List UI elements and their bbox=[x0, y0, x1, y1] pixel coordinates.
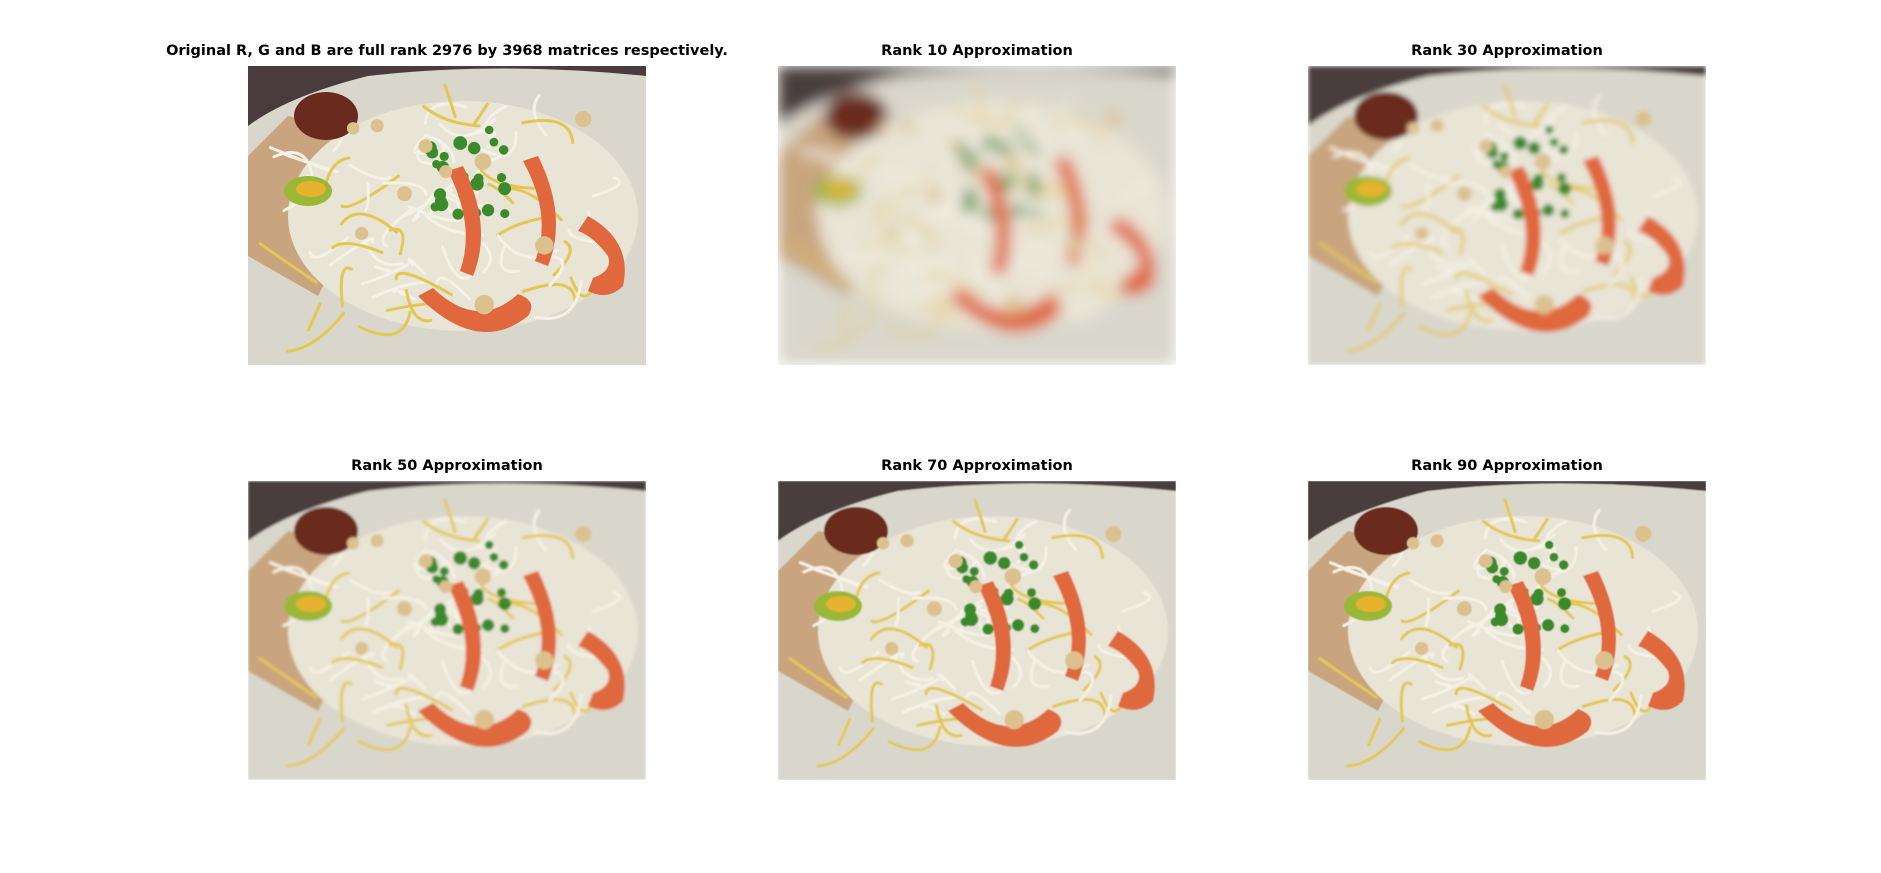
panel-rank-90: Rank 90 Approximation bbox=[1308, 458, 1706, 780]
panel-rank-50: Rank 50 Approximation bbox=[248, 458, 646, 780]
image-original bbox=[248, 66, 646, 365]
image-rank-10 bbox=[778, 66, 1176, 365]
image-rank-50 bbox=[248, 481, 646, 780]
panel-rank-30: Rank 30 Approximation bbox=[1308, 43, 1706, 365]
panel-rank-10: Rank 10 Approximation bbox=[778, 43, 1176, 365]
image-rank-70 bbox=[778, 481, 1176, 780]
panel-original: Original R, G and B are full rank 2976 b… bbox=[166, 43, 728, 365]
image-rank-90 bbox=[1308, 481, 1706, 780]
svd-approximation-figure: Original R, G and B are full rank 2976 b… bbox=[0, 0, 1881, 873]
panel-title-rank-90: Rank 90 Approximation bbox=[1411, 458, 1603, 474]
image-rank-30 bbox=[1308, 66, 1706, 365]
panel-title-rank-30: Rank 30 Approximation bbox=[1411, 43, 1603, 59]
panel-rank-70: Rank 70 Approximation bbox=[778, 458, 1176, 780]
